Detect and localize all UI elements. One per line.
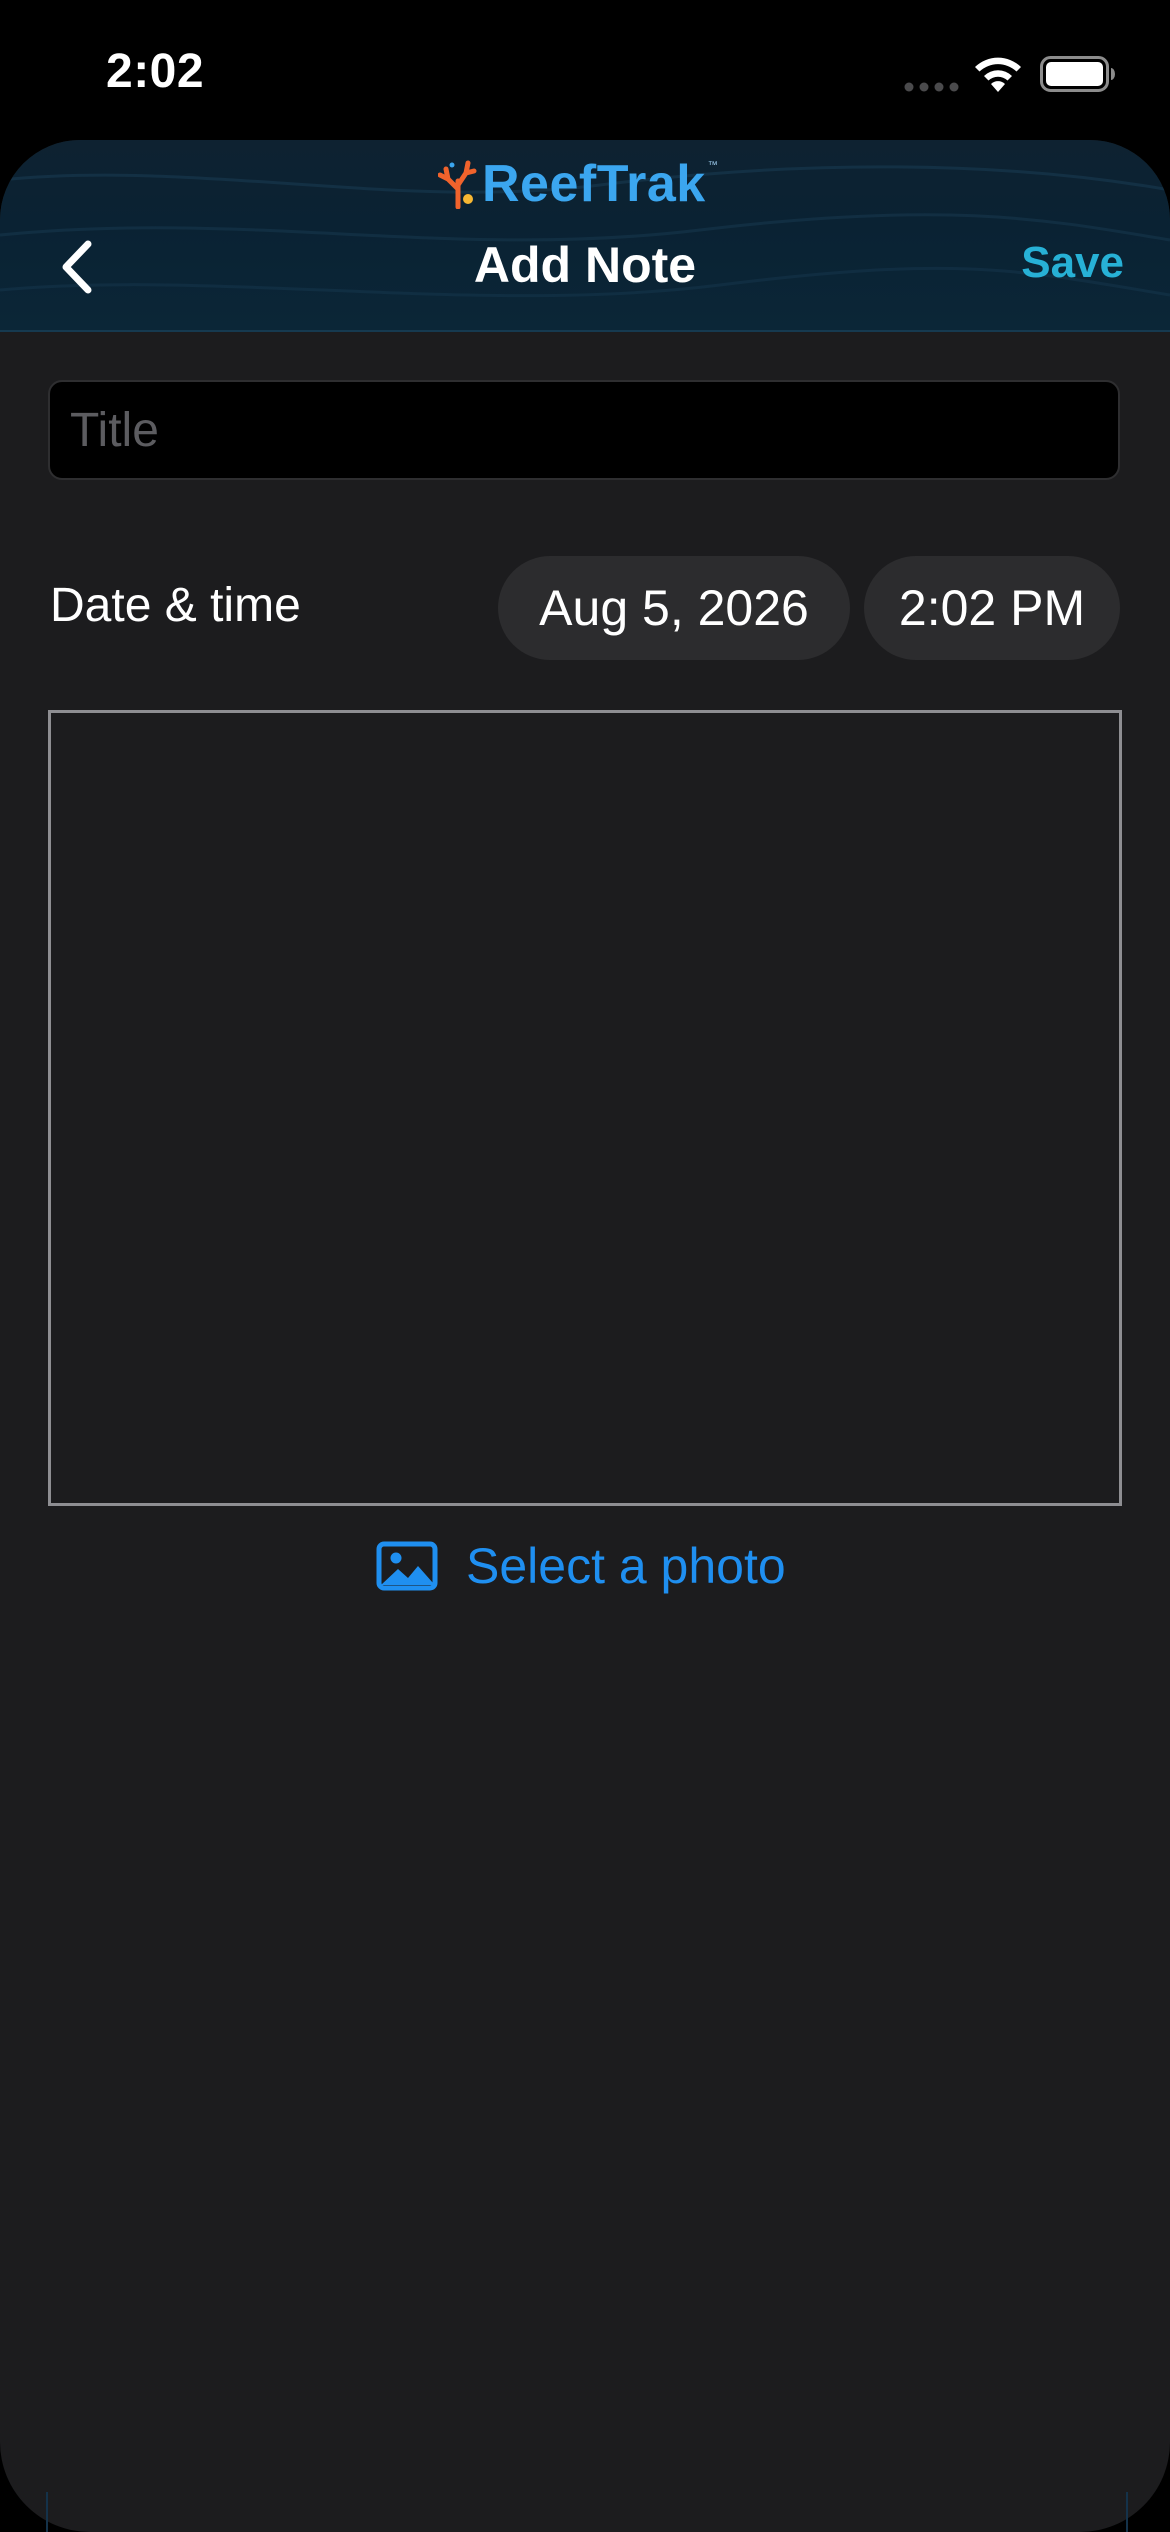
note-sheet: ReefTrak ™ Add Note Save Date & time Aug… [0,140,1170,2532]
wifi-icon [975,57,1021,92]
nav-header: ReefTrak ™ Add Note Save [0,140,1170,332]
reeftrak-logo: ReefTrak ™ [438,154,718,214]
time-picker-button[interactable]: 2:02 PM [864,556,1120,660]
cellular-icon [904,82,959,92]
note-body-textarea[interactable] [48,710,1122,1506]
coral-logo-icon [438,160,477,209]
date-picker-button[interactable]: Aug 5, 2026 [498,556,850,660]
date-time-label: Date & time [50,579,301,632]
status-bar: 2:02 [0,0,1170,140]
battery-icon [1040,56,1115,92]
select-photo-button[interactable]: Select a photo [376,1526,786,1606]
background-edge [46,2492,1128,2532]
page-title: Add Note [473,237,697,293]
logo-trademark: ™ [707,160,718,171]
title-input[interactable] [48,380,1120,480]
status-time: 2:02 [106,45,205,98]
save-button[interactable]: Save [1021,238,1124,288]
photo-icon [376,1541,438,1591]
logo-text: ReefTrak [482,155,706,213]
select-photo-label: Select a photo [466,1538,786,1594]
